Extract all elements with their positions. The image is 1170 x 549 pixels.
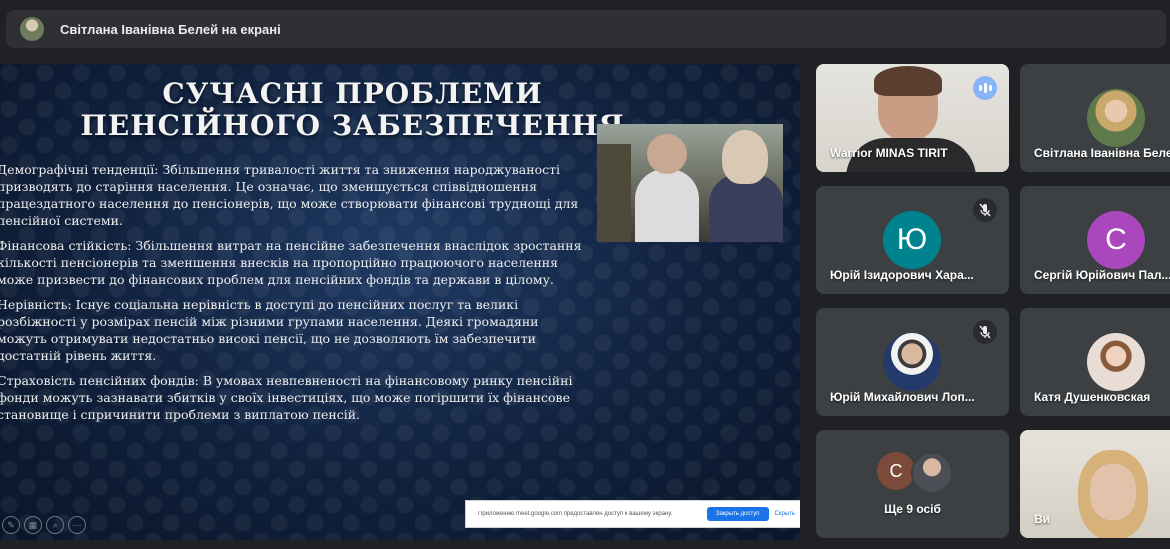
more-participants-tile[interactable]: С Ще 9 осіб [816,430,1009,538]
participant-avatar [911,452,953,494]
presenting-banner: Світлана Іванівна Белей на екрані [6,10,1166,48]
participant-tile[interactable]: Світлана Іванівна Белей [1020,64,1170,172]
slide-photo-elderly-people [597,124,783,242]
participant-name: Катя Душенковская [1034,390,1151,404]
participant-tile[interactable]: Warrior MINAS TIRIT [816,64,1009,172]
participant-name: Юрій Михайлович Лоп... [830,390,975,404]
participant-avatar [883,333,941,391]
participant-name: Warrior MINAS TIRIT [830,146,948,160]
mic-off-icon [973,198,997,222]
shared-screen: СУЧАСНІ ПРОБЛЕМИ ПЕНСІЙНОГО ЗАБЕЗПЕЧЕННЯ… [0,64,800,540]
participant-tile[interactable]: Ю Юрій Ізидорович Хара... [816,186,1009,294]
presenter-avatar [20,17,44,41]
participant-tile[interactable]: С Сергій Юрійович Пал... [1020,186,1170,294]
speaking-indicator-icon [973,76,997,100]
hide-button[interactable]: Скрыть [775,511,795,517]
self-view-tile[interactable]: Ви [1020,430,1170,538]
participant-tile[interactable]: Катя Душенковская [1020,308,1170,416]
participant-name: Сергій Юрійович Пал... [1034,268,1170,282]
participant-avatar [1087,89,1145,147]
mic-off-icon [973,320,997,344]
participant-avatar: Ю [883,211,941,269]
pen-icon[interactable]: ✎ [2,516,20,534]
participant-name: Юрій Ізидорович Хара... [830,268,974,282]
slide-body: Демографічні тенденції: Збільшення трива… [0,161,587,431]
screen-share-notification: Приложению meet.google.com предоставлен … [465,500,800,528]
slide-paragraph: Нерівність: Існує соціальна нерівність в… [0,297,539,363]
presenting-title: Світлана Іванівна Белей на екрані [60,21,281,37]
participant-name: Ви [1034,512,1051,526]
participant-name: Світлана Іванівна Белей [1034,146,1170,160]
stop-sharing-button[interactable]: Закрыть доступ [706,507,769,521]
slide-paragraph: Фінансова стійкість: Збільшення витрат н… [0,238,582,287]
slide-paragraph: Демографічні тенденції: Збільшення трива… [0,162,579,228]
zoom-icon[interactable]: ⌕ [46,516,64,534]
slide-toolbar: ✎ ▦ ⌕ ⋯ [2,516,86,534]
more-participants-label: Ще 9 осіб [884,502,941,516]
participant-avatar [1087,333,1145,391]
slide-title: СУЧАСНІ ПРОБЛЕМИ ПЕНСІЙНОГО ЗАБЕЗПЕЧЕННЯ [80,77,625,142]
slides-icon[interactable]: ▦ [24,516,42,534]
participant-tile[interactable]: Юрій Михайлович Лоп... [816,308,1009,416]
participant-avatar: С [1087,211,1145,269]
slide-paragraph: Страховість пенсійних фондів: В умовах н… [0,373,573,422]
share-message: Приложению meet.google.com предоставлен … [478,511,673,517]
more-icon[interactable]: ⋯ [68,516,86,534]
participant-avatar: С [877,452,915,490]
